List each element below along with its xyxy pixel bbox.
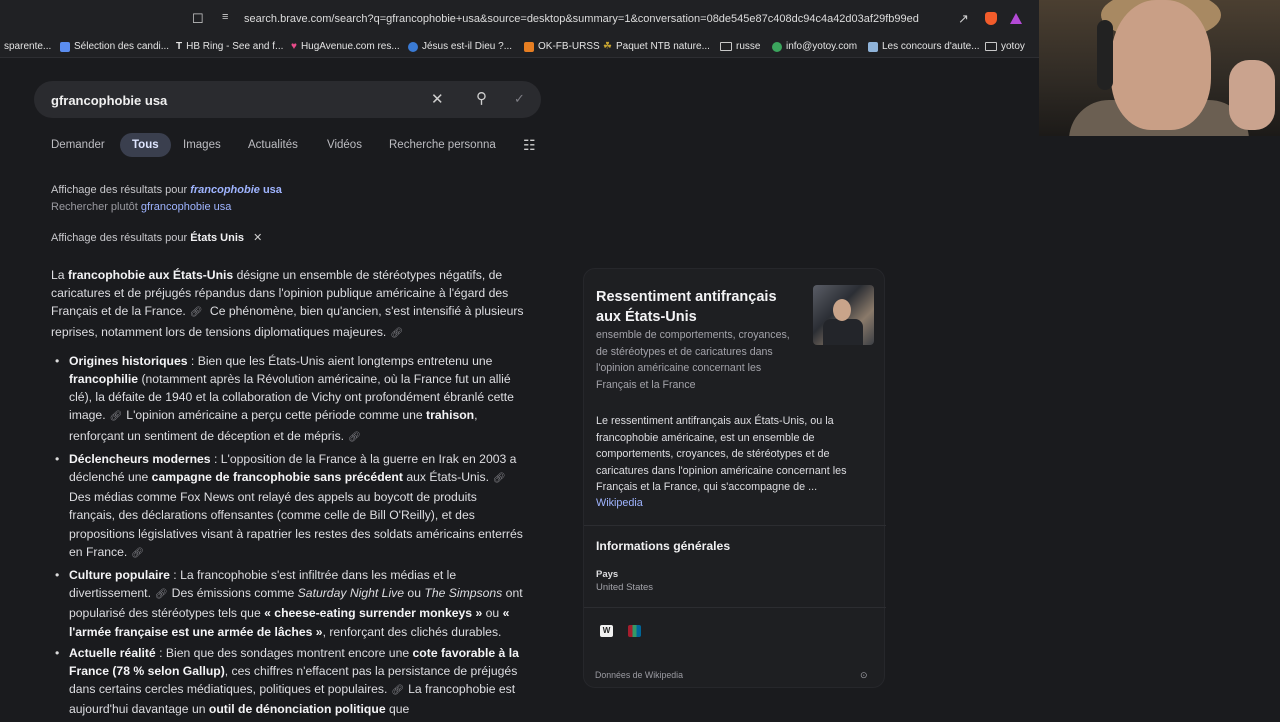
- wikipedia-icon[interactable]: W: [600, 625, 613, 637]
- search-tabs: Demander Tous Images Actualités Vidéos R…: [34, 132, 544, 160]
- search-icon[interactable]: ⚲: [476, 91, 487, 106]
- address-bar[interactable]: search.brave.com/search?q=gfrancophobie+…: [244, 13, 919, 25]
- citation-link-icon[interactable]: 🔗︎: [391, 682, 404, 700]
- panel-image[interactable]: [813, 285, 874, 345]
- field-label: Pays: [596, 569, 619, 580]
- section-heading: Informations générales: [596, 539, 731, 553]
- check-icon[interactable]: ✓: [514, 92, 525, 105]
- tab-actualites[interactable]: Actualités: [248, 139, 298, 151]
- close-icon[interactable]: ✕: [253, 233, 262, 244]
- feedback-icon[interactable]: ⊙: [860, 670, 868, 681]
- circle-icon: [408, 41, 418, 52]
- b-icon: [524, 41, 534, 52]
- brave-shields-icon[interactable]: [985, 12, 997, 25]
- showing-results-for: Affichage des résultats pour francophobi…: [51, 184, 282, 196]
- citation-link-icon[interactable]: 🔗︎: [131, 545, 144, 563]
- share-icon[interactable]: ↗: [958, 12, 969, 25]
- bookmark-item[interactable]: Jésus est-il Dieu ?...: [408, 41, 512, 52]
- panel-subtitle: ensemble de comportements, croyances, de…: [596, 329, 790, 391]
- site-settings-icon[interactable]: ≡: [222, 12, 228, 23]
- citation-link-icon[interactable]: 🔗︎: [190, 304, 203, 322]
- divider: [584, 607, 886, 608]
- list-item: Culture populaire : La francophobie s'es…: [51, 566, 526, 641]
- tab-videos[interactable]: Vidéos: [327, 139, 362, 151]
- filter-settings-icon[interactable]: ☷: [523, 138, 536, 152]
- bookmark-item[interactable]: russe: [720, 41, 760, 52]
- tab-demander[interactable]: Demander: [51, 139, 105, 151]
- bookmark-item[interactable]: Sélection des candi...: [60, 41, 169, 52]
- wikipedia-link[interactable]: Wikipedia: [596, 497, 643, 509]
- citation-link-icon[interactable]: 🔗︎: [155, 586, 168, 604]
- bookmark-item[interactable]: Les concours d'aute...: [868, 41, 980, 52]
- divider: [584, 525, 886, 526]
- corrected-query-link[interactable]: francophobie usa: [190, 184, 282, 196]
- bookmark-item[interactable]: ☘ Paquet NTB nature...: [603, 41, 710, 52]
- brave-rewards-icon[interactable]: [1010, 13, 1022, 24]
- bookmark-item[interactable]: yotoy: [985, 41, 1025, 52]
- tab-tous[interactable]: Tous: [120, 133, 171, 157]
- panel-title[interactable]: Ressentiment antifrançais aux États-Unis: [596, 287, 796, 327]
- tab-images[interactable]: Images: [183, 139, 221, 151]
- folder-icon: [720, 42, 732, 51]
- headphones: [1097, 20, 1113, 90]
- answer-list: Origines historiques : Bien que les État…: [51, 352, 526, 719]
- leaf-icon: ☘: [603, 41, 612, 52]
- citation-link-icon[interactable]: 🔗︎: [110, 408, 123, 426]
- entity-filter: Affichage des résultats pour États Unis …: [51, 232, 263, 244]
- panel-footer: Données de Wikipedia: [595, 670, 684, 680]
- bookmark-item[interactable]: T HB Ring - See and f...: [176, 41, 283, 52]
- search-box[interactable]: gfrancophobie usa ✕ ⚲ ✓: [34, 81, 541, 118]
- doc-icon: [60, 41, 70, 52]
- answer-intro: La francophobie aux États-Unis désigne u…: [51, 266, 526, 343]
- image-icon: [868, 41, 878, 52]
- bookmark-icon[interactable]: ☐: [192, 12, 204, 25]
- bookmark-item[interactable]: sparente...: [0, 41, 51, 52]
- list-item: Origines historiques : Bien que les État…: [51, 352, 526, 447]
- list-item: Actuelle réalité : Bien que des sondages…: [51, 644, 526, 719]
- panel-description: Le ressentiment antifrançais aux États-U…: [596, 415, 847, 493]
- search-instead: Rechercher plutôt gfrancophobie usa: [51, 201, 232, 213]
- ai-answer: La francophobie aux États-Unis désigne u…: [51, 266, 526, 722]
- entity-name: États Unis: [190, 232, 245, 244]
- webcam-overlay: [1039, 0, 1280, 136]
- bookmark-item[interactable]: ♥ HugAvenue.com res...: [291, 41, 400, 52]
- list-item: Déclencheurs modernes : L'opposition de …: [51, 450, 526, 563]
- t-icon: T: [176, 41, 183, 52]
- bookmark-item[interactable]: OK-FB-URSS: [524, 41, 600, 52]
- clear-icon[interactable]: ✕: [431, 92, 444, 107]
- original-query-link[interactable]: gfrancophobie usa: [141, 201, 232, 213]
- globe-icon: [772, 41, 782, 52]
- citation-link-icon[interactable]: 🔗︎: [493, 470, 506, 488]
- bookmark-item[interactable]: info@yotoy.com: [772, 41, 857, 52]
- knowledge-panel: Ressentiment antifrançais aux États-Unis…: [583, 268, 886, 688]
- folder-icon: [985, 42, 997, 51]
- search-input[interactable]: gfrancophobie usa: [51, 93, 167, 108]
- citation-link-icon[interactable]: 🔗︎: [348, 429, 361, 447]
- heart-icon: ♥: [291, 41, 297, 52]
- tab-recherche-personnalisee[interactable]: Recherche personna: [389, 139, 499, 151]
- wikidata-icon[interactable]: [628, 625, 641, 637]
- field-value: United States: [596, 582, 654, 593]
- citation-link-icon[interactable]: 🔗︎: [390, 325, 403, 343]
